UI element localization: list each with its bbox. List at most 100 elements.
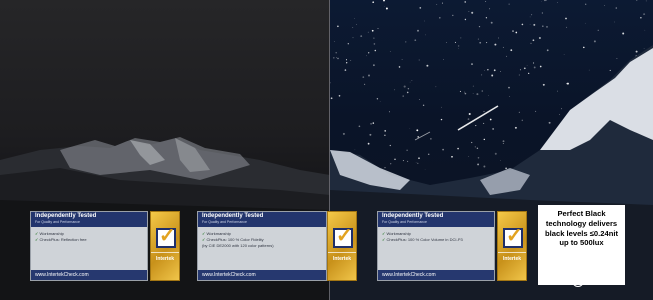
star (335, 51, 337, 54)
star (345, 59, 348, 61)
star (583, 46, 585, 49)
star (394, 89, 396, 91)
star (494, 43, 497, 46)
star (508, 86, 510, 89)
star (342, 132, 345, 135)
star (518, 74, 520, 76)
star (377, 28, 379, 29)
badge-header: Independently Tested For Quality and Per… (198, 212, 326, 227)
star (468, 11, 470, 12)
star (604, 5, 605, 6)
star (475, 125, 477, 127)
star (493, 69, 496, 72)
check-icon: ✓ (35, 231, 39, 236)
star (526, 64, 528, 66)
star (384, 134, 386, 137)
star (426, 64, 429, 67)
star (483, 138, 486, 141)
star (406, 149, 408, 151)
badge-footer-url: www.IntertekCheck.com (378, 270, 494, 280)
star (337, 25, 339, 28)
star (350, 60, 352, 61)
star (384, 6, 385, 7)
star (519, 69, 521, 71)
star (506, 55, 508, 57)
star (457, 45, 460, 47)
star (373, 37, 375, 39)
star (514, 126, 517, 129)
intertek-seal: ✓ Intertek (327, 211, 357, 281)
star (477, 157, 480, 159)
star (372, 122, 375, 124)
star (368, 52, 370, 54)
star (441, 106, 442, 108)
seal-brand: Intertek (502, 256, 522, 262)
star (585, 3, 587, 5)
star (440, 118, 443, 121)
star (509, 96, 511, 97)
intertek-badge-color-volume: Independently Tested For Quality and Per… (377, 211, 529, 285)
star (358, 125, 361, 128)
star (483, 110, 485, 113)
star (505, 167, 507, 170)
callout-text: Perfect Black technology delivers black … (545, 209, 618, 248)
badge-card: Independently Tested For Quality and Per… (377, 211, 495, 281)
badge-line: CheckPlus: Reflection free (39, 237, 87, 242)
badge-title: Independently Tested (35, 213, 97, 219)
star (492, 128, 494, 130)
star (373, 43, 376, 45)
star (471, 141, 473, 144)
star (635, 50, 638, 53)
star (588, 69, 590, 71)
star (398, 66, 401, 68)
star (502, 142, 504, 144)
star (531, 14, 533, 16)
star (364, 83, 366, 85)
star (530, 42, 532, 44)
comparison-image: Independently Tested For Quality and Per… (0, 0, 653, 300)
star (459, 90, 461, 92)
star (418, 59, 420, 61)
star (415, 162, 417, 163)
star (559, 114, 560, 115)
badge-line: Workmanship (386, 231, 411, 236)
badge-body: ✓ Workmanship ✓ CheckPlus: Reflection fr… (31, 227, 147, 243)
star (542, 83, 545, 86)
star (372, 1, 375, 4)
star (614, 21, 615, 23)
ul-certification-icon: UL (572, 275, 584, 287)
perfect-black-callout: Perfect Black technology delivers black … (538, 205, 625, 285)
star (538, 36, 541, 40)
star (533, 62, 535, 64)
check-box-icon: ✓ (333, 225, 353, 248)
badge-line: Workmanship (206, 231, 231, 236)
star (409, 127, 411, 129)
star (468, 112, 471, 116)
badge-line: (by CIE DE2000 with 120 color patterns) (202, 243, 274, 248)
star (474, 146, 476, 148)
star (443, 59, 444, 60)
star (566, 82, 569, 85)
star (451, 155, 453, 158)
star (542, 25, 544, 27)
badge-subtitle: For Quality and Performance (202, 220, 247, 224)
star (500, 71, 501, 73)
intertek-badge-reflection: Independently Tested For Quality and Per… (30, 211, 180, 285)
star (491, 74, 494, 77)
star (476, 147, 479, 150)
star (417, 162, 419, 164)
star (609, 69, 611, 71)
star (643, 13, 646, 16)
intertek-seal: ✓ Intertek (497, 211, 527, 281)
badge-card: Independently Tested For Quality and Per… (30, 211, 148, 281)
star (478, 25, 481, 28)
badge-header: Independently Tested For Quality and Per… (378, 212, 494, 227)
star (330, 97, 333, 100)
star (557, 2, 558, 3)
star (468, 156, 470, 157)
star (593, 40, 596, 43)
star (366, 55, 367, 57)
star (337, 57, 339, 60)
star (541, 1, 542, 2)
star (333, 41, 335, 43)
